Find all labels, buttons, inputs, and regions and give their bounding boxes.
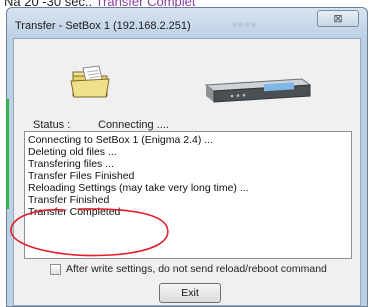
close-button[interactable]: ⊠ bbox=[317, 10, 359, 27]
title-bar-blurred-text: • ▪ • ▪ bbox=[233, 20, 256, 31]
no-reload-label: After write settings, do not send reload… bbox=[66, 263, 327, 275]
window-title: Transfer - SetBox 1 (192.168.2.251) bbox=[15, 20, 191, 32]
log-line: Transfer Files Finished bbox=[28, 170, 135, 182]
dialog-content: Status : Connecting .... Connecting to S… bbox=[6, 38, 361, 306]
log-line: Transfering files ... bbox=[28, 158, 114, 170]
status-label: Status : bbox=[33, 119, 71, 131]
exit-button[interactable]: Exit bbox=[159, 283, 221, 303]
log-line: Reloading Settings (may take very long t… bbox=[28, 182, 249, 194]
log-line: Transfer Completed bbox=[28, 206, 121, 218]
close-icon: ⊠ bbox=[333, 13, 343, 25]
title-bar[interactable]: Transfer - SetBox 1 (192.168.2.251) • ▪ … bbox=[7, 8, 367, 38]
log-line: Deleting old files ... bbox=[28, 146, 117, 158]
no-reload-checkbox[interactable] bbox=[50, 263, 61, 275]
log-line: Transfer Finished bbox=[28, 194, 110, 206]
left-edge-marker bbox=[6, 99, 9, 209]
setbox-icon bbox=[204, 78, 312, 103]
no-reload-option[interactable]: After write settings, do not send reload… bbox=[50, 262, 327, 276]
log-line: Connecting to SetBox 1 (Enigma 2.4) ... bbox=[28, 134, 214, 146]
screenshot-page: Na 20 -30 sec.. Transfer Complet Transfe… bbox=[0, 0, 377, 307]
status-value: Connecting .... bbox=[98, 119, 169, 131]
folder-icon bbox=[70, 65, 110, 98]
transfer-log[interactable]: Connecting to SetBox 1 (Enigma 2.4) ... … bbox=[24, 131, 352, 259]
transfer-dialog: Transfer - SetBox 1 (192.168.2.251) • ▪ … bbox=[6, 7, 368, 307]
